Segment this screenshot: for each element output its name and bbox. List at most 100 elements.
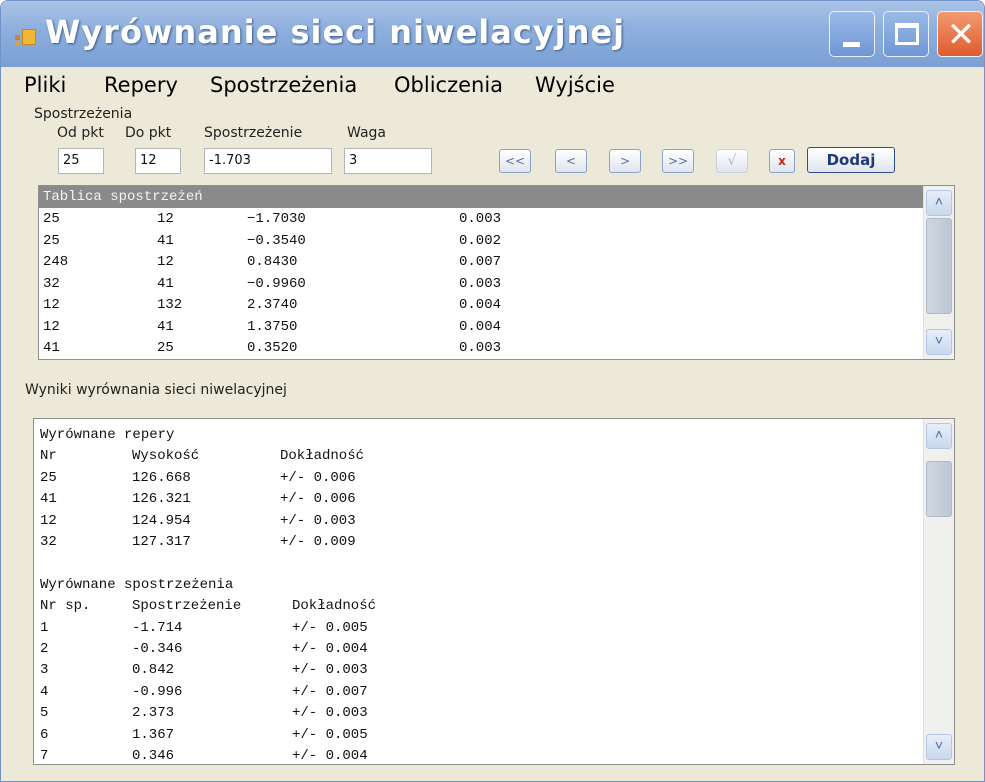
table-cell: 12 — [40, 512, 57, 529]
scrollbar-thumb[interactable] — [926, 461, 952, 517]
table-cell: 0.002 — [459, 232, 502, 249]
table-cell: +/- 0.006 — [280, 469, 356, 486]
maximize-button[interactable] — [883, 11, 929, 57]
last-record-button[interactable]: >> — [662, 149, 694, 173]
observations-scrollbar[interactable]: ˄ ˅ — [923, 186, 954, 359]
table-row[interactable]: 248 12 0.8430 0.007 — [39, 251, 919, 273]
scroll-up-icon[interactable]: ˄ — [926, 423, 952, 449]
app-icon — [15, 29, 37, 45]
table-cell: 0.842 — [132, 662, 175, 679]
previous-record-button[interactable]: < — [555, 149, 587, 173]
table-cell: +/- 0.006 — [280, 491, 356, 508]
table-cell: 126.668 — [132, 469, 191, 486]
table-row[interactable]: 12 132 2.3740 0.004 — [39, 294, 919, 316]
first-record-button[interactable]: << — [499, 149, 531, 173]
table-cell: 124.954 — [132, 512, 191, 529]
table-cell: 41 — [157, 232, 174, 249]
maximize-icon — [895, 23, 919, 45]
table-row[interactable]: 12 41 1.3750 0.004 — [39, 316, 919, 338]
table-cell: 12 — [157, 254, 174, 270]
add-button[interactable]: Dodaj — [807, 147, 895, 173]
observations-header-row: Nr sp. Spostrzeżenie Dokładność — [34, 595, 914, 617]
table-cell: 6 — [40, 726, 49, 743]
table-cell: 0.004 — [459, 318, 502, 335]
list-item: 6 1.367 +/- 0.005 — [34, 724, 914, 746]
table-cell: 32 — [43, 275, 60, 292]
table-cell: +/- 0.004 — [292, 748, 368, 764]
list-item: 1 -1.714 +/- 0.005 — [34, 617, 914, 639]
table-cell: 32 — [40, 534, 57, 550]
weight-field[interactable]: 3 — [344, 148, 432, 174]
table-cell: 126.321 — [132, 491, 191, 508]
menu-repery[interactable]: Repery — [104, 73, 178, 97]
table-cell: -1.714 — [132, 619, 183, 636]
table-row[interactable]: 32 41 −0.9960 0.003 — [39, 273, 919, 295]
menu-obliczenia[interactable]: Obliczenia — [394, 73, 503, 97]
table-cell: +/- 0.005 — [292, 619, 368, 636]
table-cell: -0.346 — [132, 641, 183, 657]
table-cell: 1 — [40, 619, 49, 636]
table-cell: Dokładność — [280, 448, 365, 465]
list-item: 25 126.668 +/- 0.006 — [34, 467, 914, 489]
table-cell: 12 — [157, 211, 174, 227]
table-cell: Wysokość — [132, 448, 200, 465]
menu-wyjscie[interactable]: Wyjście — [535, 73, 615, 97]
scrollbar-thumb[interactable] — [926, 218, 952, 314]
app-window: Wyrównanie sieci niwelacyjnej ✕ Pliki Re… — [0, 0, 985, 782]
close-button[interactable]: ✕ — [937, 11, 983, 57]
table-cell: +/- 0.003 — [292, 705, 368, 722]
table-cell: 0.3520 — [247, 340, 298, 356]
table-cell: 3 — [40, 662, 49, 679]
table-cell: 2 — [40, 641, 49, 657]
observations-list-header: Tablica spostrzeżeń — [39, 186, 954, 208]
table-cell: 12 — [43, 297, 60, 313]
list-item: 12 124.954 +/- 0.003 — [34, 510, 914, 532]
menu-bar: Pliki Repery Spostrzeżenia Obliczenia Wy… — [1, 67, 984, 107]
table-row[interactable]: 41 25 0.3520 0.003 — [39, 337, 919, 359]
table-row[interactable]: 25 12 −1.7030 0.003 — [39, 208, 919, 230]
table-cell: 248 — [43, 254, 69, 270]
menu-pliki[interactable]: Pliki — [24, 73, 66, 97]
next-record-button[interactable]: > — [609, 149, 641, 173]
benchmarks-title: Wyrównane repery — [40, 427, 175, 443]
to-point-label: Do pkt — [125, 125, 172, 141]
scroll-down-icon[interactable]: ˅ — [926, 329, 952, 355]
to-point-field[interactable]: 12 — [135, 148, 181, 174]
from-point-label: Od pkt — [57, 125, 104, 141]
table-cell: −0.9960 — [247, 275, 306, 292]
list-item: 41 126.321 +/- 0.006 — [34, 488, 914, 510]
table-cell: 1.3750 — [247, 318, 298, 335]
from-point-field[interactable]: 25 — [58, 148, 104, 174]
table-cell: 41 — [157, 275, 174, 292]
table-cell: 1.367 — [132, 726, 175, 743]
benchmarks-header-row: Nr Wysokość Dokładność — [34, 445, 914, 467]
weight-label: Waga — [347, 125, 386, 141]
accept-button[interactable]: √ — [716, 149, 748, 173]
table-cell: 25 — [40, 469, 57, 486]
table-cell: 0.003 — [459, 211, 502, 227]
title-bar[interactable]: Wyrównanie sieci niwelacyjnej ✕ — [1, 1, 984, 67]
table-cell: Spostrzeżenie — [132, 598, 242, 615]
table-cell: +/- 0.004 — [292, 641, 368, 657]
results-scrollbar[interactable]: ˄ ˅ — [923, 419, 954, 764]
window-title: Wyrównanie sieci niwelacyjnej — [45, 13, 626, 51]
observations-list[interactable]: Tablica spostrzeżeń 25 12 −1.7030 0.003 25 41… — [38, 185, 955, 360]
list-item: 7 0.346 +/- 0.004 — [34, 745, 914, 764]
close-icon: ✕ — [946, 15, 976, 55]
table-cell: +/- 0.007 — [292, 683, 368, 700]
table-cell: 25 — [43, 211, 60, 227]
delete-button[interactable]: x — [769, 149, 795, 173]
table-cell: 0.8430 — [247, 254, 298, 270]
scroll-up-icon[interactable]: ˄ — [926, 190, 952, 216]
table-cell: 25 — [157, 340, 174, 356]
table-cell: 5 — [40, 705, 49, 722]
list-item: 2 -0.346 +/- 0.004 — [34, 638, 914, 660]
scroll-down-icon[interactable]: ˅ — [926, 734, 952, 760]
results-textbox[interactable]: Wyrównane repery Nr Wysokość Dokładność 25 12… — [33, 418, 955, 765]
minimize-button[interactable] — [829, 11, 875, 57]
table-cell: 132 — [157, 297, 183, 313]
menu-spostrzezenia[interactable]: Spostrzeżenia — [210, 73, 357, 97]
observation-field[interactable]: -1.703 — [204, 148, 332, 174]
observations-title: Wyrównane spostrzeżenia — [40, 576, 234, 593]
table-row[interactable]: 25 41 −0.3540 0.002 — [39, 230, 919, 252]
